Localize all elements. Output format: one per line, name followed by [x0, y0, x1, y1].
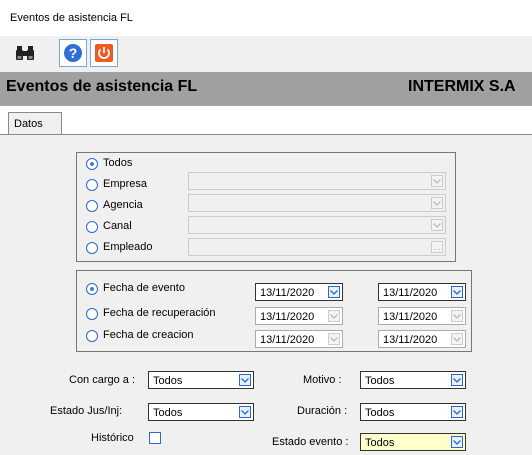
help-icon: ?: [64, 44, 82, 62]
chevron-down-icon: [328, 286, 340, 298]
estado-jus-label: Estado Jus/Inj:: [50, 405, 123, 417]
fecha-recuperacion-from[interactable]: 13/11/2020: [255, 307, 343, 325]
chevron-down-icon: [239, 374, 251, 386]
radio-empleado[interactable]: [86, 242, 98, 254]
window-title: Eventos de asistencia FL: [10, 12, 133, 24]
estado-evento-dropdown[interactable]: Todos: [360, 433, 466, 451]
chevron-down-icon: [328, 310, 340, 322]
svg-text:?: ?: [69, 45, 78, 61]
dropdown-value: Todos: [153, 407, 183, 419]
ellipsis-button[interactable]: ...: [431, 241, 443, 253]
dropdown-value: Todos: [365, 407, 395, 419]
chevron-down-icon: [451, 436, 463, 448]
toolbar: ?: [0, 37, 532, 71]
radio-fecha-evento[interactable]: [86, 283, 98, 295]
con-cargo-label: Con cargo a :: [69, 374, 136, 386]
motivo-label: Motivo :: [303, 374, 342, 386]
canal-dropdown[interactable]: [188, 216, 446, 234]
dropdown-value: Todos: [365, 375, 395, 387]
duracion-label: Duración :: [297, 405, 348, 417]
exit-button[interactable]: [90, 39, 118, 67]
con-cargo-dropdown[interactable]: Todos: [148, 371, 254, 389]
tab-label: Datos: [14, 118, 43, 130]
dropdown-value: Todos: [365, 437, 395, 449]
radio-fecha-evento-label: Fecha de evento: [103, 282, 185, 294]
estado-evento-label: Estado evento :: [272, 436, 349, 448]
fecha-creacion-from[interactable]: 13/11/2020: [255, 330, 343, 348]
radio-canal[interactable]: [86, 221, 98, 233]
power-icon: [95, 44, 113, 62]
date-value: 13/11/2020: [383, 334, 438, 346]
date-value: 13/11/2020: [260, 334, 315, 346]
radio-empresa-label: Empresa: [103, 178, 148, 190]
date-value: 13/11/2020: [383, 311, 438, 323]
radio-todos[interactable]: [86, 158, 98, 170]
radio-fecha-creacion[interactable]: [86, 330, 98, 342]
tab-strip: [0, 106, 532, 134]
tab-datos[interactable]: Datos: [8, 112, 62, 134]
binoculars-icon: [16, 46, 34, 60]
radio-canal-label: Canal: [103, 220, 132, 232]
radio-fecha-recuperacion-label: Fecha de recuperación: [103, 307, 216, 319]
empresa-dropdown[interactable]: [188, 172, 446, 190]
historico-label: Histórico: [91, 432, 134, 444]
company-name: INTERMIX S.A: [408, 78, 516, 95]
date-value: 13/11/2020: [260, 311, 315, 323]
chevron-down-icon: [328, 333, 340, 345]
estado-jus-dropdown[interactable]: Todos: [148, 403, 254, 421]
chevron-down-icon: [239, 406, 251, 418]
chevron-down-icon: [451, 310, 463, 322]
chevron-down-icon: [431, 219, 443, 231]
historico-checkbox[interactable]: [149, 432, 161, 444]
search-button[interactable]: [11, 39, 39, 67]
radio-todos-label: Todos: [103, 157, 133, 169]
empleado-lookup[interactable]: ...: [188, 238, 446, 256]
chevron-down-icon: [451, 406, 463, 418]
page-title: Eventos de asistencia FL: [6, 78, 198, 95]
agencia-dropdown[interactable]: [188, 194, 446, 212]
radio-fecha-recuperacion[interactable]: [86, 308, 98, 320]
fecha-evento-to[interactable]: 13/11/2020: [378, 283, 466, 301]
chevron-down-icon: [431, 175, 443, 187]
dropdown-value: Todos: [153, 375, 183, 387]
radio-agencia-label: Agencia: [103, 199, 143, 211]
radio-empresa[interactable]: [86, 179, 98, 191]
duracion-dropdown[interactable]: Todos: [360, 403, 466, 421]
radio-empleado-label: Empleado: [103, 241, 153, 253]
date-value: 13/11/2020: [260, 287, 315, 299]
radio-fecha-creacion-label: Fecha de creacion: [103, 329, 194, 341]
window-titlebar: Eventos de asistencia FL: [0, 0, 532, 36]
help-button[interactable]: ?: [59, 39, 87, 67]
radio-agencia[interactable]: [86, 200, 98, 212]
fecha-recuperacion-to[interactable]: 13/11/2020: [378, 307, 466, 325]
chevron-down-icon: [431, 197, 443, 209]
chevron-down-icon: [451, 333, 463, 345]
date-value: 13/11/2020: [383, 287, 438, 299]
fecha-evento-from[interactable]: 13/11/2020: [255, 283, 343, 301]
motivo-dropdown[interactable]: Todos: [360, 371, 466, 389]
fecha-creacion-to[interactable]: 13/11/2020: [378, 330, 466, 348]
chevron-down-icon: [451, 374, 463, 386]
page-header: Eventos de asistencia FL INTERMIX S.A: [0, 72, 532, 106]
chevron-down-icon: [451, 286, 463, 298]
